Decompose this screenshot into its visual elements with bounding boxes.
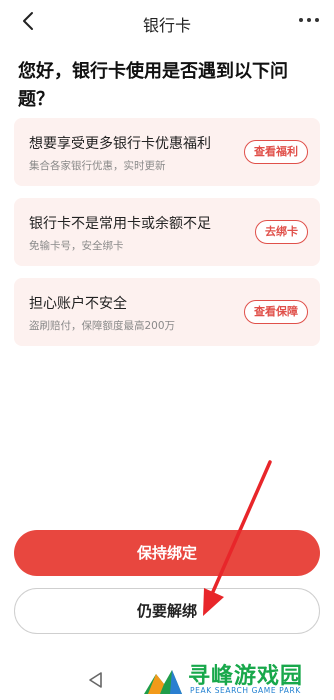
card-subtitle: 免输卡号，安全绑卡 <box>29 240 124 252</box>
card-subtitle: 集合各家银行优惠，实时更新 <box>29 160 166 172</box>
bind-card-card: 银行卡不是常用卡或余额不足 免输卡号，安全绑卡 去绑卡 <box>14 198 320 266</box>
view-protection-button[interactable]: 查看保障 <box>244 300 308 324</box>
more-dots-icon[interactable] <box>296 10 322 30</box>
top-bar: 银行卡 <box>0 0 334 44</box>
card-title: 想要享受更多银行卡优惠福利 <box>29 136 211 152</box>
watermark: 寻峰游戏园 PEAK SEARCH GAME PARK <box>138 658 334 700</box>
card-title: 担心账户不安全 <box>29 296 127 312</box>
watermark-subtext: PEAK SEARCH GAME PARK <box>190 686 301 695</box>
card-title: 银行卡不是常用卡或余额不足 <box>29 216 211 232</box>
go-bind-card-button[interactable]: 去绑卡 <box>255 220 308 244</box>
watermark-logo-icon <box>144 670 182 694</box>
page-title: 银行卡 <box>142 16 191 35</box>
view-benefits-button[interactable]: 查看福利 <box>244 140 308 164</box>
keep-binding-button[interactable]: 保持绑定 <box>14 530 320 576</box>
card-subtitle: 盗刷赔付，保障额度最高200万 <box>29 320 176 332</box>
security-card: 担心账户不安全 盗刷赔付，保障额度最高200万 查看保障 <box>14 278 320 346</box>
question-heading: 您好，银行卡使用是否遇到以下问题？ <box>18 61 288 110</box>
unbind-anyway-button[interactable]: 仍要解绑 <box>14 588 320 634</box>
benefit-card: 想要享受更多银行卡优惠福利 集合各家银行优惠，实时更新 查看福利 <box>14 118 320 186</box>
nav-back-icon[interactable] <box>86 670 106 690</box>
